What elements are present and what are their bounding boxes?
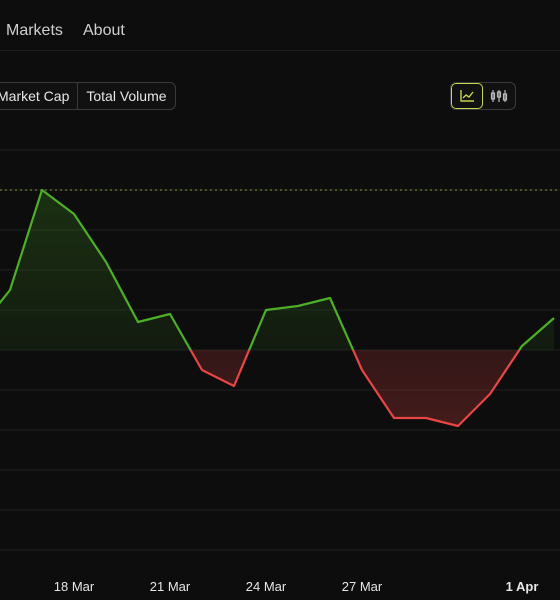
x-tick-label: 18 Mar — [54, 579, 95, 594]
price-chart[interactable]: 18 Mar 21 Mar 24 Mar 27 Mar 1 Apr — [0, 0, 560, 600]
x-axis-ticks: 18 Mar 21 Mar 24 Mar 27 Mar 1 Apr — [54, 579, 539, 594]
x-tick-label: 24 Mar — [246, 579, 287, 594]
x-tick-label: 1 Apr — [506, 579, 539, 594]
x-tick-label: 27 Mar — [342, 579, 383, 594]
x-tick-label: 21 Mar — [150, 579, 191, 594]
